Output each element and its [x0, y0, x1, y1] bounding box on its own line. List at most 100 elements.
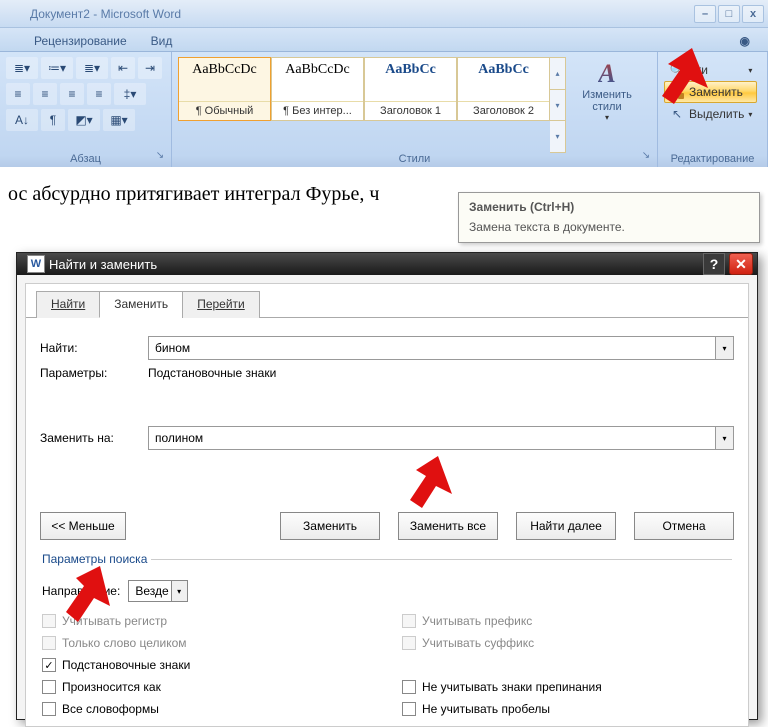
list-bullets-button[interactable]: ≣▾ — [6, 57, 38, 79]
dropdown-icon[interactable]: ▾ — [171, 581, 187, 601]
replace-with-label: Заменить на: — [40, 431, 138, 445]
show-marks-button[interactable]: ¶ — [41, 109, 65, 131]
cancel-button[interactable]: Отмена — [634, 512, 734, 540]
scroll-down-icon[interactable]: ▾ — [550, 90, 565, 122]
paragraph-launcher-icon[interactable]: ↘ — [153, 150, 167, 164]
checkbox-icon — [42, 614, 56, 628]
group-paragraph: ≣▾ ≔▾ ≣▾ ⇤ ⇥ ≡ ≡ ≡ ≡ ‡▾ A↓ ¶ ◩▾ ▦▾ — [0, 52, 172, 167]
style-normal[interactable]: AaBbCcDc ¶ Обычный — [178, 57, 271, 121]
shading-button[interactable]: ◩▾ — [68, 109, 100, 131]
binoculars-icon: 🔍 — [669, 62, 685, 78]
opt-suffix: Учитывать суффикс — [402, 636, 732, 650]
checkbox-icon — [402, 636, 416, 650]
style-heading1[interactable]: AaBbCc Заголовок 1 — [364, 57, 457, 121]
replace-value: полином — [155, 431, 203, 445]
align-center-button[interactable]: ≡ — [33, 83, 57, 105]
group-styles: AaBbCcDc ¶ Обычный AaBbCcDc ¶ Без интер.… — [172, 52, 658, 167]
list-multilevel-button[interactable]: ≣▾ — [76, 57, 108, 79]
borders-button[interactable]: ▦▾ — [103, 109, 135, 131]
replace-all-button[interactable]: Заменить все — [398, 512, 498, 540]
scroll-more-icon[interactable]: ▾ — [550, 121, 565, 152]
style-sample: AaBbCc — [478, 62, 529, 78]
search-options-legend: Параметры поиска — [42, 552, 151, 566]
close-button[interactable]: x — [742, 5, 764, 23]
tab-replace[interactable]: Заменить — [99, 291, 183, 318]
replace-button[interactable]: Заменить — [280, 512, 380, 540]
help-icon[interactable]: ◉ — [736, 31, 754, 51]
title-bar: Документ2 - Microsoft Word – □ x — [0, 0, 768, 28]
less-button[interactable]: << Меньше — [40, 512, 126, 540]
styles-scroll[interactable]: ▴ ▾ ▾ — [550, 57, 566, 153]
align-left-button[interactable]: ≡ — [6, 83, 30, 105]
find-next-button[interactable]: Найти далее — [516, 512, 616, 540]
opt-whole-word: Только слово целиком — [42, 636, 372, 650]
align-justify-button[interactable]: ≡ — [87, 83, 111, 105]
minimize-button[interactable]: – — [694, 5, 716, 23]
opt-wildcards[interactable]: ✓ Подстановочные знаки — [42, 658, 372, 672]
tooltip-title: Заменить (Ctrl+H) — [469, 200, 749, 214]
align-right-button[interactable]: ≡ — [60, 83, 84, 105]
dropdown-icon[interactable]: ▾ — [715, 337, 733, 359]
tab-view[interactable]: Вид — [147, 31, 177, 51]
find-button[interactable]: 🔍 йти ▾ — [664, 59, 757, 81]
direction-value: Везде — [135, 584, 168, 598]
dropdown-icon: ▾ — [748, 66, 752, 75]
group-editing: 🔍 йти ▾ Заменить ↖ Выделить ▾ Редактиров… — [658, 52, 768, 167]
checkbox-icon[interactable]: ✓ — [42, 658, 56, 672]
list-numbers-button[interactable]: ≔▾ — [41, 57, 73, 79]
dialog-icon: W — [27, 255, 45, 273]
replace-button[interactable]: Заменить — [664, 81, 757, 103]
tab-goto[interactable]: Перейти — [182, 291, 260, 318]
sort-button[interactable]: A↓ — [6, 109, 38, 131]
replace-input[interactable]: полином ▾ — [148, 426, 734, 450]
opt-ignore-punct[interactable]: Не учитывать знаки препинания — [402, 680, 732, 694]
params-value: Подстановочные знаки — [148, 366, 276, 380]
document-line: ос абсурдно притягивает интеграл Фурье, … — [8, 183, 379, 205]
dropdown-icon: ▾ — [748, 110, 752, 119]
change-styles-button[interactable]: A Изменить стили ▾ — [576, 57, 638, 153]
scroll-up-icon[interactable]: ▴ — [550, 58, 565, 90]
search-options: Параметры поиска Направление: Везде ▾ Уч… — [42, 552, 732, 716]
ribbon: ≣▾ ≔▾ ≣▾ ⇤ ⇥ ≡ ≡ ≡ ≡ ‡▾ A↓ ¶ ◩▾ ▦▾ — [0, 52, 768, 167]
styles-launcher-icon[interactable]: ↘ — [639, 150, 653, 164]
indent-decrease-button[interactable]: ⇤ — [111, 57, 135, 79]
dropdown-icon[interactable]: ▾ — [715, 427, 733, 449]
line-spacing-button[interactable]: ‡▾ — [114, 83, 146, 105]
style-sample: AaBbCc — [385, 62, 436, 78]
group-editing-label: Редактирование — [664, 153, 761, 165]
tab-find[interactable]: Найти — [36, 291, 100, 318]
checkbox-icon[interactable] — [42, 702, 56, 716]
style-label: ¶ Без интер... — [272, 101, 363, 120]
indent-increase-button[interactable]: ⇥ — [138, 57, 162, 79]
dialog-close-button[interactable]: ✕ — [729, 253, 753, 275]
select-button[interactable]: ↖ Выделить ▾ — [664, 103, 757, 125]
dialog-titlebar[interactable]: W Найти и заменить ? ✕ — [17, 253, 757, 275]
style-label: ¶ Обычный — [179, 101, 270, 120]
maximize-button[interactable]: □ — [718, 5, 740, 23]
opt-ignore-space[interactable]: Не учитывать пробелы — [402, 702, 732, 716]
style-sample: AaBbCcDc — [192, 62, 257, 78]
checkbox-icon[interactable] — [402, 680, 416, 694]
select-label: Выделить — [689, 107, 744, 121]
find-label: йти — [689, 63, 708, 77]
tooltip-desc: Замена текста в документе. — [469, 220, 749, 234]
checkbox-icon[interactable] — [42, 680, 56, 694]
style-label: Заголовок 2 — [458, 101, 549, 120]
opt-sounds-like[interactable]: Произносится как — [42, 680, 372, 694]
style-sample: AaBbCcDc — [285, 62, 350, 78]
group-paragraph-label: Абзац ↘ — [6, 153, 165, 165]
replace-label: Заменить — [689, 85, 743, 99]
checkbox-icon[interactable] — [402, 702, 416, 716]
direction-label: Направление: — [42, 584, 120, 598]
checkbox-icon — [402, 614, 416, 628]
find-replace-dialog: W Найти и заменить ? ✕ Найти Заменить Пе… — [16, 252, 758, 720]
tooltip: Заменить (Ctrl+H) Замена текста в докуме… — [458, 192, 760, 243]
direction-select[interactable]: Везде ▾ — [128, 580, 187, 602]
dialog-help-button[interactable]: ? — [703, 253, 725, 275]
style-no-spacing[interactable]: AaBbCcDc ¶ Без интер... — [271, 57, 364, 121]
opt-all-forms[interactable]: Все словоформы — [42, 702, 372, 716]
style-heading2[interactable]: AaBbCc Заголовок 2 — [457, 57, 550, 121]
tab-review[interactable]: Рецензирование — [30, 31, 131, 51]
find-input[interactable]: бином ▾ — [148, 336, 734, 360]
params-label: Параметры: — [40, 366, 138, 380]
